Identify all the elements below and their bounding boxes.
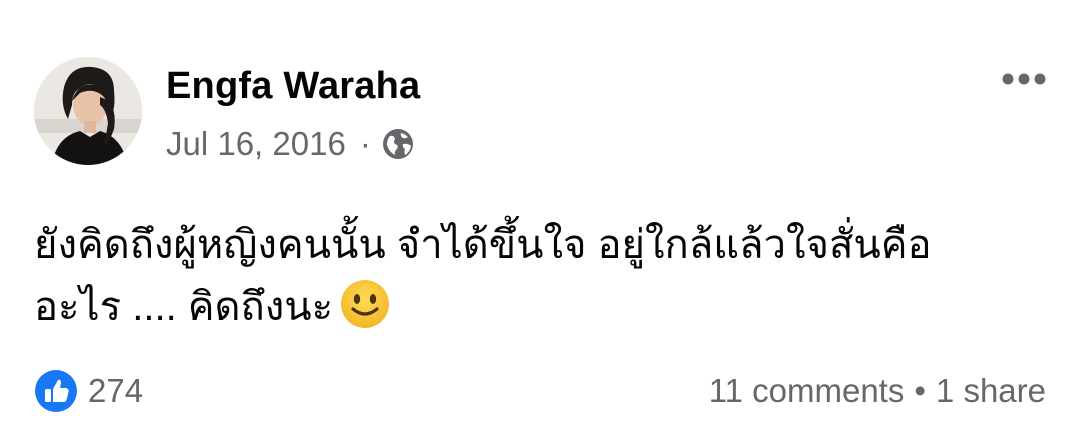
globe-icon bbox=[381, 127, 415, 161]
avatar-photo bbox=[34, 57, 142, 165]
post-text-line-2-wrap: อะไร .... คิดถึงนะ bbox=[34, 276, 1044, 338]
reaction-count: 274 bbox=[88, 372, 144, 409]
post-text: ยังคิดถึงผู้หญิงคนนั้น จำได้ขึ้นใจ อยู่ใ… bbox=[34, 214, 1044, 338]
author-name[interactable]: Engfa Waraha bbox=[166, 62, 420, 110]
more-horizontal-icon bbox=[1002, 73, 1046, 85]
smiling-face-emoji-icon bbox=[339, 278, 391, 330]
post-footer: 274 11 comments • 1 share bbox=[34, 363, 1046, 419]
engagement-separator: • bbox=[914, 372, 926, 409]
comments-link[interactable]: 11 comments bbox=[709, 372, 905, 410]
post-date[interactable]: Jul 16, 2016 bbox=[166, 125, 346, 163]
post-meta: Jul 16, 2016 · bbox=[166, 122, 415, 166]
author-avatar[interactable] bbox=[34, 57, 142, 165]
meta-separator: · bbox=[359, 125, 371, 162]
post-text-line-1: ยังคิดถึงผู้หญิงคนนั้น จำได้ขึ้นใจ อยู่ใ… bbox=[34, 223, 932, 267]
post-text-line-2: อะไร .... คิดถึงนะ bbox=[34, 285, 334, 329]
like-icon bbox=[34, 369, 78, 413]
shares-link[interactable]: 1 share bbox=[936, 372, 1046, 410]
more-options-button[interactable] bbox=[1000, 64, 1048, 94]
reactions-summary[interactable]: 274 bbox=[34, 369, 143, 413]
engagement-summary: 11 comments • 1 share bbox=[709, 372, 1046, 410]
